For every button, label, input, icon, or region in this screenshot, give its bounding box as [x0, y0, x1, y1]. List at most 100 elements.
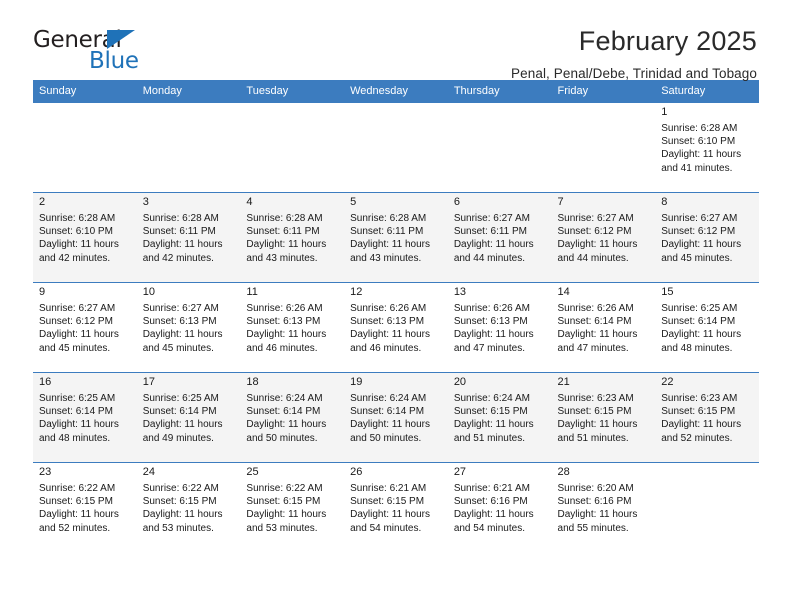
daylight-text: Daylight: 11 hours and 43 minutes.: [350, 239, 430, 264]
calendar-day-cell[interactable]: 2 Sunrise: 6:28 AM Sunset: 6:10 PM Daylight…: [33, 192, 137, 282]
calendar-day-cell[interactable]: 26 Sunrise: 6:21 AM Sunset: 6:15 PM Dayligh…: [344, 462, 448, 552]
sunrise-text: Sunrise: 6:27 AM: [142, 303, 219, 314]
calendar-day-cell[interactable]: 18 Sunrise: 6:24 AM Sunset: 6:14 PM Dayligh…: [240, 372, 345, 462]
day-details: Sunrise: 6:24 AM Sunset: 6:15 PM Daylight:…: [454, 392, 547, 445]
logo-triangle-icon: [107, 30, 135, 49]
day-details: Sunrise: 6:26 AM Sunset: 6:14 PM Daylight:…: [558, 302, 651, 355]
sunset-text: Sunset: 6:12 PM: [557, 226, 632, 238]
sunrise-text: Sunrise: 6:25 AM: [39, 393, 116, 404]
day-number: 18: [246, 376, 259, 388]
day-number: 4: [246, 196, 253, 208]
sunrise-text: Sunrise: 6:25 AM: [661, 303, 738, 314]
sunrise-text: Sunrise: 6:27 AM: [557, 213, 634, 224]
calendar-empty-cell: [136, 102, 241, 192]
sunrise-text: Sunrise: 6:28 AM: [39, 213, 116, 224]
sunset-text: Sunset: 6:14 PM: [557, 316, 632, 328]
calendar-day-cell[interactable]: 13 Sunrise: 6:26 AM Sunset: 6:13 PM Dayligh…: [447, 282, 552, 372]
calendar-day-cell[interactable]: 20 Sunrise: 6:24 AM Sunset: 6:15 PM Dayligh…: [447, 372, 552, 462]
day-details: Sunrise: 6:24 AM Sunset: 6:14 PM Daylight:…: [350, 392, 443, 445]
sunrise-text: Sunrise: 6:27 AM: [661, 213, 738, 224]
calendar-day-cell[interactable]: 12 Sunrise: 6:26 AM Sunset: 6:13 PM Dayligh…: [344, 282, 448, 372]
calendar-day-cell[interactable]: 7 Sunrise: 6:27 AM Sunset: 6:12 PM Daylight…: [551, 192, 656, 282]
sunrise-text: Sunrise: 6:28 AM: [350, 213, 427, 224]
calendar-day-cell[interactable]: 11 Sunrise: 6:26 AM Sunset: 6:13 PM Dayligh…: [240, 282, 345, 372]
calendar-day-cell[interactable]: 10 Sunrise: 6:27 AM Sunset: 6:13 PM Dayligh…: [136, 282, 241, 372]
sunset-text: Sunset: 6:15 PM: [142, 496, 217, 508]
calendar-day-cell[interactable]: 9 Sunrise: 6:27 AM Sunset: 6:12 PM Daylight…: [33, 282, 137, 372]
calendar-day-cell[interactable]: 22 Sunrise: 6:23 AM Sunset: 6:15 PM Dayligh…: [655, 372, 759, 462]
calendar-day-cell[interactable]: 21 Sunrise: 6:23 AM Sunset: 6:15 PM Dayligh…: [551, 372, 656, 462]
calendar-page: General Blue February 2025 Penal, Penal/…: [0, 0, 792, 612]
sunset-text: Sunset: 6:15 PM: [39, 496, 113, 508]
day-number: 22: [661, 376, 674, 388]
day-number: 8: [661, 196, 668, 208]
sunrise-text: Sunrise: 6:26 AM: [350, 303, 427, 314]
day-details: Sunrise: 6:26 AM Sunset: 6:13 PM Daylight:…: [350, 302, 443, 355]
sunset-text: Sunset: 6:10 PM: [39, 226, 113, 238]
sunset-text: Sunset: 6:15 PM: [661, 406, 736, 418]
day-number: 9: [39, 286, 46, 298]
daylight-text: Daylight: 11 hours and 47 minutes.: [453, 329, 534, 354]
day-details: Sunrise: 6:25 AM Sunset: 6:14 PM Daylight:…: [39, 392, 132, 445]
day-number: 28: [557, 466, 570, 478]
daylight-text: Daylight: 11 hours and 46 minutes.: [350, 329, 430, 354]
day-number: 3: [142, 196, 149, 208]
calendar-day-cell[interactable]: 27 Sunrise: 6:21 AM Sunset: 6:16 PM Dayligh…: [447, 462, 552, 552]
daylight-text: Daylight: 11 hours and 45 minutes.: [142, 329, 223, 354]
calendar-day-cell[interactable]: 23 Sunrise: 6:22 AM Sunset: 6:15 PM Dayligh…: [33, 462, 137, 552]
calendar-day-cell[interactable]: 16 Sunrise: 6:25 AM Sunset: 6:14 PM Dayligh…: [33, 372, 137, 462]
calendar-day-cell[interactable]: 19 Sunrise: 6:24 AM Sunset: 6:14 PM Dayligh…: [344, 372, 448, 462]
daylight-text: Daylight: 11 hours and 42 minutes.: [39, 239, 119, 264]
calendar-day-cell[interactable]: 28 Sunrise: 6:20 AM Sunset: 6:16 PM Dayligh…: [551, 462, 656, 552]
day-number: 14: [557, 286, 570, 298]
calendar-day-cell[interactable]: 17 Sunrise: 6:25 AM Sunset: 6:14 PM Dayligh…: [136, 372, 241, 462]
calendar-day-cell[interactable]: 4 Sunrise: 6:28 AM Sunset: 6:11 PM Daylight…: [240, 192, 345, 282]
title-block: February 2025 Penal, Penal/Debe, Trinida…: [511, 27, 759, 82]
sunrise-text: Sunrise: 6:23 AM: [661, 393, 738, 404]
daylight-text: Daylight: 11 hours and 48 minutes.: [661, 329, 742, 354]
weekday-header-thursday: Thursday: [447, 80, 552, 102]
sunset-text: Sunset: 6:11 PM: [350, 226, 424, 238]
daylight-text: Daylight: 11 hours and 41 minutes.: [661, 149, 742, 174]
calendar-day-cell[interactable]: 5 Sunrise: 6:28 AM Sunset: 6:11 PM Daylight…: [344, 192, 448, 282]
sunrise-text: Sunrise: 6:26 AM: [557, 303, 634, 314]
weekday-header-monday: Monday: [136, 80, 241, 102]
sunrise-text: Sunrise: 6:28 AM: [142, 213, 219, 224]
sunrise-text: Sunrise: 6:24 AM: [246, 393, 323, 404]
daylight-text: Daylight: 11 hours and 55 minutes.: [557, 509, 638, 534]
day-details: Sunrise: 6:26 AM Sunset: 6:13 PM Daylight:…: [454, 302, 547, 355]
calendar-week-row: 2 Sunrise: 6:28 AM Sunset: 6:10 PM Daylight…: [33, 192, 759, 282]
day-number: 6: [453, 196, 460, 208]
day-details: Sunrise: 6:24 AM Sunset: 6:14 PM Daylight:…: [246, 392, 339, 445]
sunrise-text: Sunrise: 6:23 AM: [557, 393, 634, 404]
weekday-header-friday: Friday: [551, 80, 656, 102]
calendar-empty-cell: [551, 102, 656, 192]
daylight-text: Daylight: 11 hours and 50 minutes.: [246, 419, 327, 444]
day-details: Sunrise: 6:25 AM Sunset: 6:14 PM Daylight:…: [661, 302, 754, 355]
calendar-day-cell[interactable]: 15 Sunrise: 6:25 AM Sunset: 6:14 PM Dayligh…: [655, 282, 759, 372]
day-details: Sunrise: 6:27 AM Sunset: 6:11 PM Daylight:…: [454, 212, 547, 265]
day-number: 13: [453, 286, 467, 298]
daylight-text: Daylight: 11 hours and 50 minutes.: [350, 419, 430, 444]
calendar-empty-cell: [655, 462, 759, 552]
day-details: Sunrise: 6:22 AM Sunset: 6:15 PM Daylight:…: [246, 482, 339, 535]
calendar-day-cell[interactable]: 14 Sunrise: 6:26 AM Sunset: 6:14 PM Dayligh…: [551, 282, 656, 372]
daylight-text: Daylight: 11 hours and 42 minutes.: [142, 239, 223, 264]
calendar-day-cell[interactable]: 1 Sunrise: 6:28 AM Sunset: 6:10 PM Daylight…: [655, 102, 759, 192]
daylight-text: Daylight: 11 hours and 43 minutes.: [246, 239, 327, 264]
day-details: Sunrise: 6:21 AM Sunset: 6:16 PM Daylight:…: [454, 482, 547, 535]
calendar-empty-cell: [240, 102, 345, 192]
day-details: Sunrise: 6:22 AM Sunset: 6:15 PM Daylight:…: [39, 482, 132, 535]
daylight-text: Daylight: 11 hours and 51 minutes.: [453, 419, 534, 444]
day-details: Sunrise: 6:27 AM Sunset: 6:12 PM Daylight:…: [558, 212, 651, 265]
day-number: 1: [661, 106, 668, 118]
sunrise-text: Sunrise: 6:21 AM: [350, 483, 427, 494]
sunrise-text: Sunrise: 6:24 AM: [453, 393, 530, 404]
sunset-text: Sunset: 6:14 PM: [350, 406, 425, 418]
calendar-day-cell[interactable]: 6 Sunrise: 6:27 AM Sunset: 6:11 PM Daylight…: [447, 192, 552, 282]
calendar-day-cell[interactable]: 8 Sunrise: 6:27 AM Sunset: 6:12 PM Daylight…: [655, 192, 759, 282]
calendar-day-cell[interactable]: 3 Sunrise: 6:28 AM Sunset: 6:11 PM Daylight…: [136, 192, 241, 282]
sunset-text: Sunset: 6:12 PM: [39, 316, 113, 328]
calendar-day-cell[interactable]: 25 Sunrise: 6:22 AM Sunset: 6:15 PM Dayligh…: [240, 462, 345, 552]
calendar-day-cell[interactable]: 24 Sunrise: 6:22 AM Sunset: 6:15 PM Dayligh…: [136, 462, 241, 552]
